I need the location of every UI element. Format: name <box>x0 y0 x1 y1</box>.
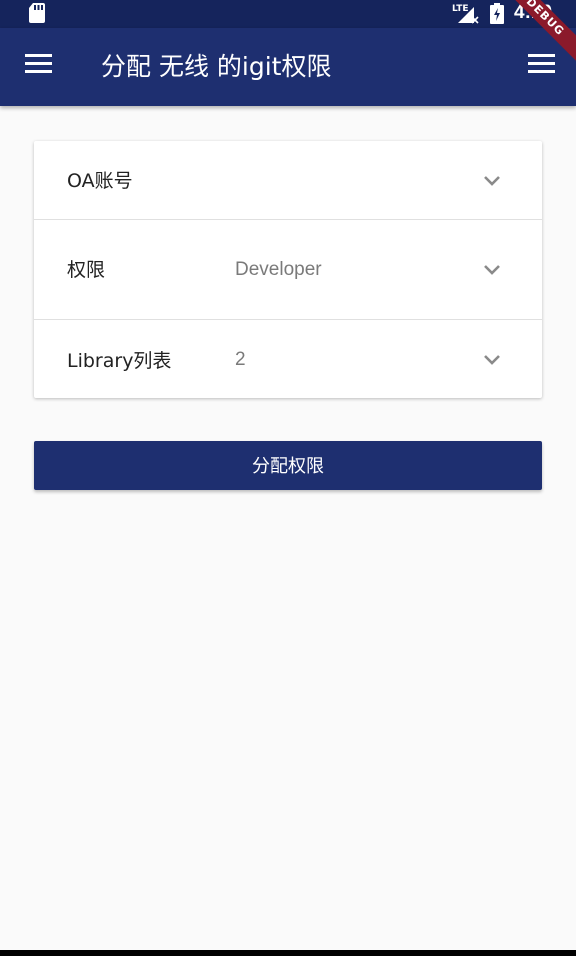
lte-signal-icon: LTE <box>452 4 479 24</box>
app-bar: 分配 无线 的igit权限 <box>0 28 576 106</box>
status-bar: LTE 4:10 <box>0 0 576 28</box>
menu-icon-right[interactable] <box>528 54 556 78</box>
page-title: 分配 无线 的igit权限 <box>101 52 332 81</box>
permission-label: 权限 <box>67 259 106 281</box>
system-nav-bar <box>0 950 576 956</box>
library-list-value: 2 <box>235 349 246 370</box>
sd-card-icon <box>29 3 45 23</box>
form-card: OA账号 权限 Developer Library列表 2 <box>34 141 542 398</box>
library-list-label: Library列表 <box>67 350 172 372</box>
chevron-down-icon[interactable] <box>482 263 502 277</box>
chevron-down-icon[interactable] <box>482 353 502 367</box>
battery-charging-icon <box>490 3 504 24</box>
permission-value: Developer <box>235 259 322 280</box>
permission-dropdown[interactable]: 权限 Developer <box>34 220 542 320</box>
oa-account-dropdown[interactable]: OA账号 <box>34 141 542 220</box>
assign-permission-button[interactable]: 分配权限 <box>34 441 542 490</box>
library-list-dropdown[interactable]: Library列表 2 <box>34 320 542 398</box>
menu-icon[interactable] <box>25 54 53 78</box>
chevron-down-icon[interactable] <box>482 174 502 188</box>
svg-text:LTE: LTE <box>452 4 469 14</box>
oa-account-label: OA账号 <box>67 170 133 192</box>
